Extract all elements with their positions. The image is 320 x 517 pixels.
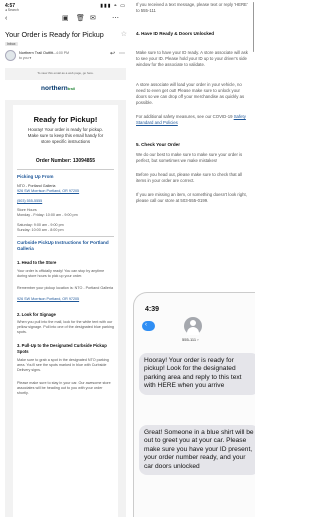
inbox-label[interactable]: Inbox [5, 42, 18, 46]
sender-time: 4:00 PM [56, 51, 70, 55]
step-1-address-link[interactable]: 926 SW Morrison Portland, OR 97205 [17, 297, 114, 302]
divider [17, 169, 114, 170]
email-continued-screen: If you received a text message, please t… [132, 0, 255, 278]
email-intro: Hooray! Your order is ready for pickup. … [27, 127, 104, 144]
view-in-browser-link[interactable]: To view this email as a web page, go her… [5, 71, 126, 75]
sms-screen: 4:39 ‹ 555-111 › Hooray! Your order is r… [133, 292, 255, 517]
step-4-text-2: A store associate will load your order i… [136, 82, 245, 105]
star-icon[interactable]: ☆ [121, 30, 127, 38]
step-1-text: Your order is officially ready! You can … [17, 269, 105, 278]
step-3-title: 3. Pull-Up to the Designated Curbside Pi… [17, 343, 107, 354]
archive-icon[interactable]: ▣ [62, 13, 69, 25]
order-number: Order Number: 13094855 [35, 158, 96, 164]
reply-icon[interactable]: ↩ [110, 50, 115, 57]
step-1-location: Remember your pickup location is: NTO - … [17, 286, 114, 290]
step-2-text: When you pull into the mall, look for th… [17, 320, 114, 334]
email-screen: 4:57 ◂ Search ▮▮▮ ◓ ▭ ‹ ▣ 🗑 ✉ ⋯ Your Ord… [0, 0, 131, 517]
sms-status-time: 4:39 [145, 306, 160, 313]
sender-avatar [5, 50, 16, 61]
back-chevron-icon: ‹ [145, 322, 147, 328]
email-body: To view this email as a web page, go her… [5, 68, 126, 517]
hours-sunday: Sunday: 10:00 am - 8:00 pm [17, 228, 64, 232]
scrollbar[interactable] [252, 2, 254, 52]
more-options-icon[interactable]: ⋯ [112, 13, 119, 25]
step-5-text-3: If you are missing an item, or something… [136, 192, 247, 203]
step-1-title: 1. Head to the Store [17, 260, 57, 265]
email-content: Ready for Pickup! Hooray! Your order is … [13, 105, 118, 517]
divider [17, 236, 114, 237]
status-icons: ▮▮▮ ◓ ▭ [100, 3, 126, 9]
back-button[interactable]: ‹ [142, 321, 155, 331]
email-title: Ready for Pickup! [33, 115, 98, 124]
back-to-search-link[interactable]: ◂ Search [5, 8, 19, 12]
picking-up-heading: Picking Up From [17, 174, 54, 179]
message-bubble: Hooray! Your order is ready for pickup! … [139, 353, 255, 395]
step-3-text-2: Please make sure to stay in your car. Ou… [17, 381, 111, 395]
curbside-heading: Curbside PickUp Instructions for Portlan… [17, 240, 109, 251]
status-bar: 4:57 ◂ Search ▮▮▮ ◓ ▭ [4, 2, 128, 12]
covid-safety-text: For additional safety measures, see our … [136, 114, 246, 125]
recipient-toggle[interactable]: to you ▾ [19, 56, 31, 60]
sender-row: Northern Trail Outfitt... 4:00 PM to you… [5, 50, 127, 64]
step-4-text: Make sure to have your ID ready. A store… [136, 50, 248, 67]
step-3-text: Make sure to grab a spot in the designat… [17, 358, 109, 372]
email-subject: Your Order is Ready for Pickup [5, 30, 104, 39]
message-bubble: Great! Someone in a blue shirt will be o… [139, 425, 255, 476]
step-5-title: 5. Check Your Order [136, 142, 180, 147]
brand-logo: northerntrail [41, 85, 76, 92]
mail-toolbar: ‹ ▣ 🗑 ✉ ⋯ [0, 13, 131, 27]
store-address-link[interactable]: 926 SW Morrison Portland, OR 97205 [17, 189, 114, 194]
brand-header: northerntrail [5, 80, 126, 100]
store-phone-link[interactable]: (503) 555-5555 [17, 199, 114, 204]
contact-avatar[interactable] [184, 317, 202, 335]
trash-icon[interactable]: 🗑 [76, 13, 85, 25]
step-5-text-2: Before you head out, please make sure to… [136, 172, 243, 183]
text-reply-instructions: If you received a text message, please t… [136, 2, 248, 13]
contact-number[interactable]: 555-111 › [182, 337, 199, 342]
step-4-title: 4. Have ID Ready & Doors Unlocked [136, 31, 215, 36]
message-more-icon[interactable]: ⋯ [119, 50, 125, 57]
step-2-title: 2. Look for Signage [17, 312, 56, 317]
hours-weekday: Monday - Friday: 10:00 am - 9:00 pm [17, 213, 78, 217]
mail-icon[interactable]: ✉ [90, 13, 96, 25]
sender-name: Northern Trail Outfitt... [19, 51, 57, 55]
step-5-text: We do our best to make sure to make sure… [136, 152, 243, 163]
back-arrow-icon[interactable]: ‹ [5, 13, 7, 25]
